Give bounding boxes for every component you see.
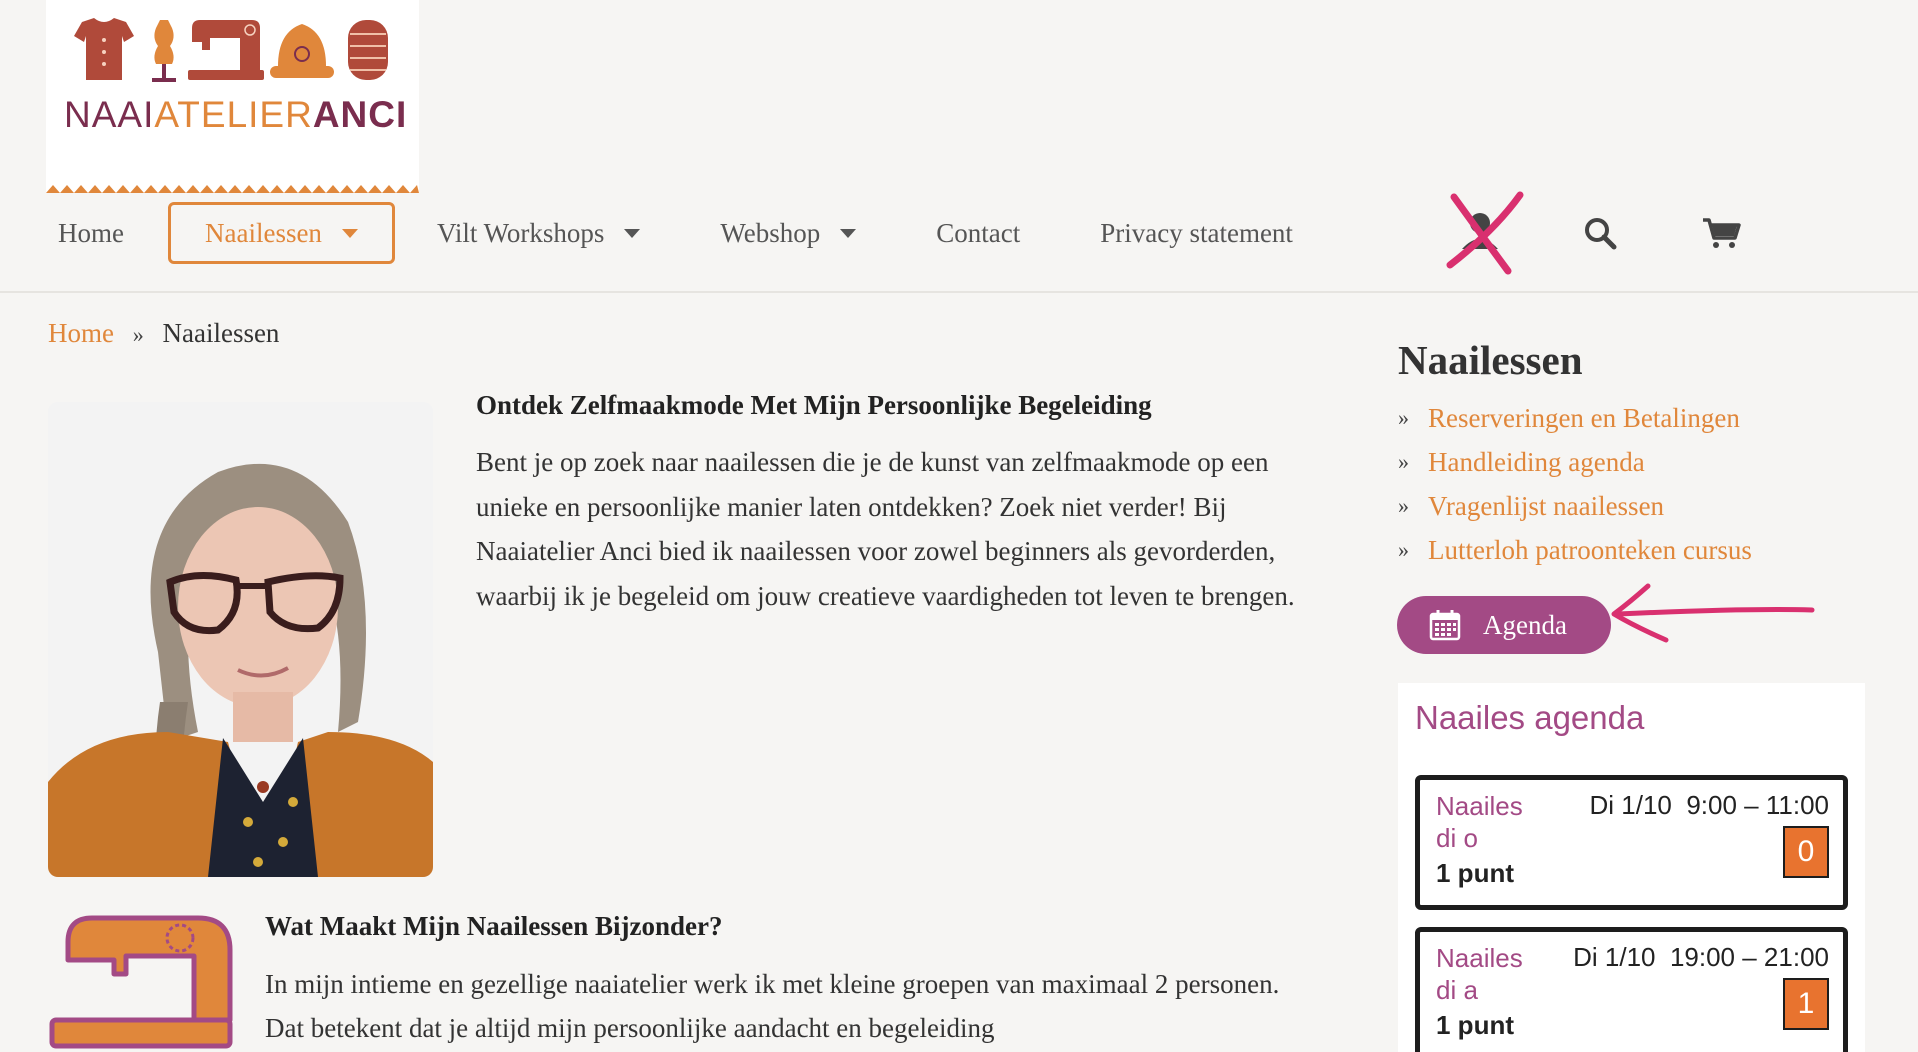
nav-contact[interactable]: Contact (918, 202, 1038, 264)
agenda-button[interactable]: Agenda (1397, 596, 1611, 654)
sidebar-item-lutterloh[interactable]: » Lutterloh patroonteken cursus (1398, 528, 1752, 572)
calendar-icon (1429, 609, 1461, 641)
intro-paragraph: Bent je op zoek naar naailessen die je d… (476, 447, 1295, 611)
event-booking-count: 0 (1783, 826, 1829, 878)
sidebar-item-vragenlijst[interactable]: » Vragenlijst naailessen (1398, 484, 1752, 528)
event-datetime: Di 1/10 9:00 – 11:00 (1589, 790, 1830, 820)
sidebar-item-reserveringen[interactable]: » Reserveringen en Betalingen (1398, 396, 1752, 440)
breadcrumb-home-link[interactable]: Home (48, 318, 114, 348)
agenda-event[interactable]: Naailes di o Di 1/10 9:00 – 11:00 1 punt… (1415, 775, 1848, 910)
site-header: NAAIATELIERANCI Home Naailessen Vilt Wor… (0, 0, 1918, 293)
chevron-down-icon (341, 228, 358, 238)
account-button[interactable] (1440, 191, 1530, 275)
sewing-machine-icon (49, 915, 233, 1049)
intro-heading: Ontdek Zelfmaakmode Met Mijn Persoonlijk… (476, 390, 1152, 420)
sidebar-item-handleiding[interactable]: » Handleiding agenda (1398, 440, 1752, 484)
event-name[interactable]: Naailes di o (1436, 790, 1546, 854)
cart-button[interactable] (1700, 200, 1742, 266)
agenda-button-label: Agenda (1483, 609, 1567, 640)
sidebar-links: » Reserveringen en Betalingen » Handleidin… (1398, 396, 1752, 572)
logo-wordmark: NAAIATELIERANCI (64, 94, 408, 135)
logo-zigzag-border (46, 185, 419, 193)
naailes-agenda-widget: Naailes agenda Naailes di o Di 1/10 9:00… (1398, 683, 1865, 1052)
sidebar-title: Naailessen (1398, 337, 1583, 383)
event-points: 1 punt (1436, 858, 1514, 888)
chevron-down-icon (840, 228, 857, 238)
teacher-portrait (48, 402, 433, 877)
event-points: 1 punt (1436, 1010, 1514, 1040)
nav-home[interactable]: Home (40, 202, 142, 264)
nav-webshop[interactable]: Webshop (702, 202, 874, 264)
breadcrumb-current: Naailessen (162, 318, 280, 348)
special-paragraph: In mijn intieme en gezellige naaiatelier… (265, 969, 1280, 1043)
main-nav: Home Naailessen Vilt Workshops Webshop C… (40, 200, 1311, 266)
agenda-event[interactable]: Naailes di a Di 1/10 19:00 – 21:00 1 pun… (1415, 927, 1848, 1052)
nav-vilt-workshops[interactable]: Vilt Workshops (419, 202, 658, 264)
user-icon (1446, 191, 1524, 275)
event-datetime: Di 1/10 19:00 – 21:00 (1573, 942, 1829, 972)
logo-icons (74, 18, 388, 82)
special-heading: Wat Maakt Mijn Naailessen Bijzonder? (265, 911, 723, 941)
chevron-down-icon (624, 228, 641, 238)
search-button[interactable] (1580, 200, 1620, 266)
agenda-widget-title: Naailes agenda (1415, 699, 1645, 736)
nav-privacy-statement[interactable]: Privacy statement (1082, 202, 1311, 264)
nav-naailessen[interactable]: Naailessen (167, 202, 395, 264)
cart-icon (1703, 218, 1741, 248)
search-icon (1585, 218, 1617, 250)
site-logo[interactable]: NAAIATELIERANCI (46, 0, 419, 193)
breadcrumb: Home » Naailessen (48, 318, 279, 349)
breadcrumb-separator: » (132, 322, 144, 347)
event-name[interactable]: Naailes di a (1436, 942, 1546, 1006)
event-booking-count: 1 (1783, 978, 1829, 1030)
arrow-annotation-icon (1611, 583, 1815, 643)
